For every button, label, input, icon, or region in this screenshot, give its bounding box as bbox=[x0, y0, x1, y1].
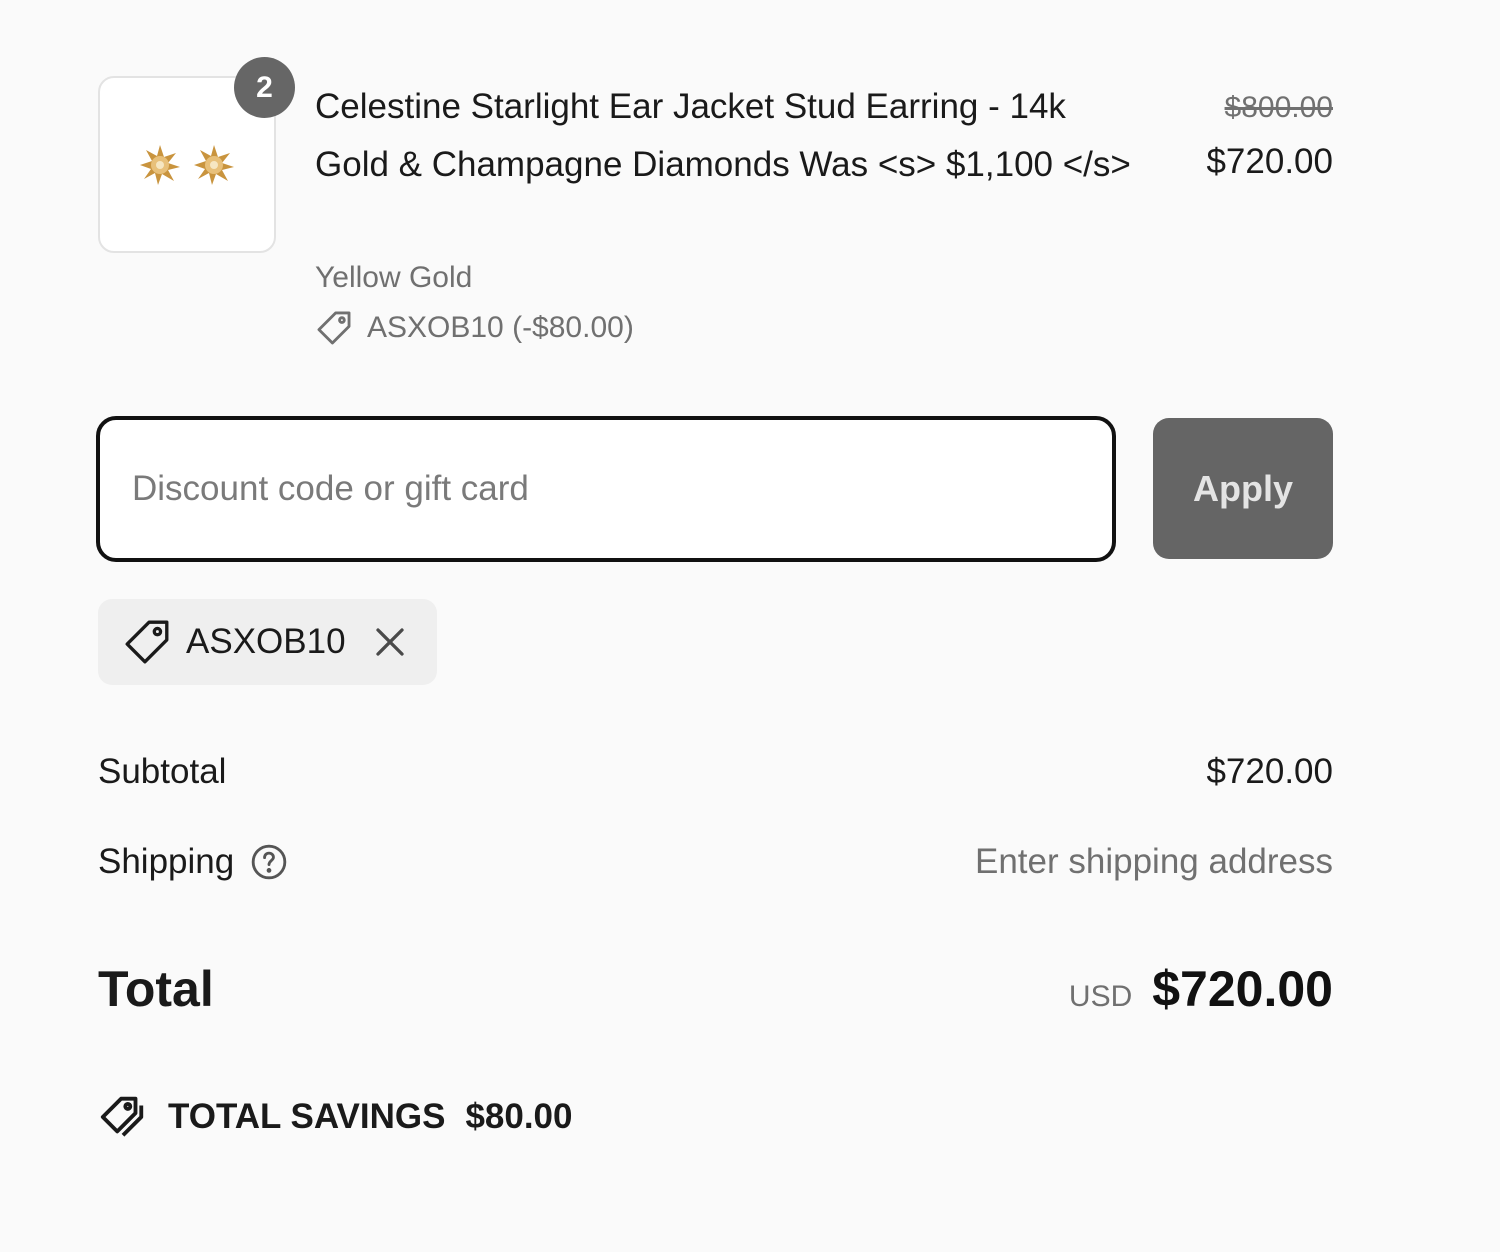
tags-icon bbox=[100, 1096, 144, 1137]
apply-button[interactable]: Apply bbox=[1153, 418, 1333, 559]
earring-stud-icon bbox=[140, 144, 180, 185]
line-discount: ASXOB10 (-$80.00) bbox=[315, 306, 634, 350]
shipping-value: Enter shipping address bbox=[975, 842, 1333, 881]
earring-stud-icon bbox=[194, 144, 234, 185]
applied-discount-chip: ASXOB10 bbox=[98, 599, 437, 685]
quantity-badge: 2 bbox=[234, 57, 295, 118]
total-value-group: USD $720.00 bbox=[1069, 960, 1333, 1018]
tag-icon bbox=[317, 311, 351, 345]
line-discount-label: ASXOB10 (-$80.00) bbox=[367, 311, 634, 344]
product-name: Celestine Starlight Ear Jacket Stud Earr… bbox=[315, 87, 1131, 184]
compare-at-price: $800.00 bbox=[1224, 91, 1333, 124]
subtotal-label: Subtotal bbox=[98, 752, 227, 791]
close-icon[interactable] bbox=[372, 624, 408, 660]
question-circle-icon[interactable] bbox=[250, 843, 288, 881]
order-summary: 2 Celestine Starlight Ear Jacket Stud Ea… bbox=[0, 0, 1500, 1252]
tag-icon bbox=[125, 620, 169, 664]
total-savings: TOTAL SAVINGS $80.00 bbox=[98, 1092, 573, 1142]
currency-code: USD bbox=[1068, 980, 1133, 1013]
total-savings-label: TOTAL SAVINGS bbox=[168, 1097, 446, 1136]
shipping-row-label: Shipping bbox=[98, 842, 288, 882]
shipping-label: Shipping bbox=[98, 842, 235, 881]
discount-code-input[interactable] bbox=[96, 416, 1116, 562]
total-savings-amount: $80.00 bbox=[465, 1097, 573, 1136]
line-price: $720.00 bbox=[1206, 142, 1333, 181]
subtotal-value: $720.00 bbox=[1206, 752, 1333, 791]
total-amount: $720.00 bbox=[1152, 961, 1333, 1017]
product-variant: Yellow Gold bbox=[315, 261, 473, 294]
total-label: Total bbox=[98, 961, 214, 1017]
applied-code-label: ASXOB10 bbox=[186, 622, 346, 661]
